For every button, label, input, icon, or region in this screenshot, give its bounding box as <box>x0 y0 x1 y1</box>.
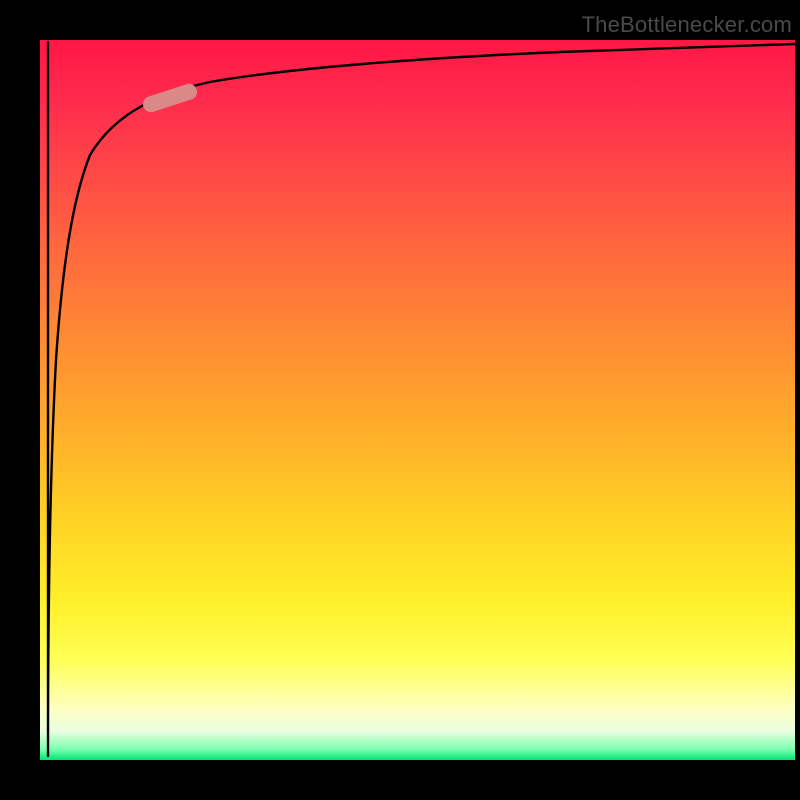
attribution-text: TheBottlenecker.com <box>582 12 792 38</box>
bottleneck-curve <box>49 43 795 758</box>
chart-stage: TheBottlenecker.com <box>0 0 800 800</box>
curve-marker <box>141 82 199 115</box>
plot-area <box>40 40 795 760</box>
curve-layer <box>40 40 795 760</box>
bottleneck-curve-main <box>48 42 795 756</box>
